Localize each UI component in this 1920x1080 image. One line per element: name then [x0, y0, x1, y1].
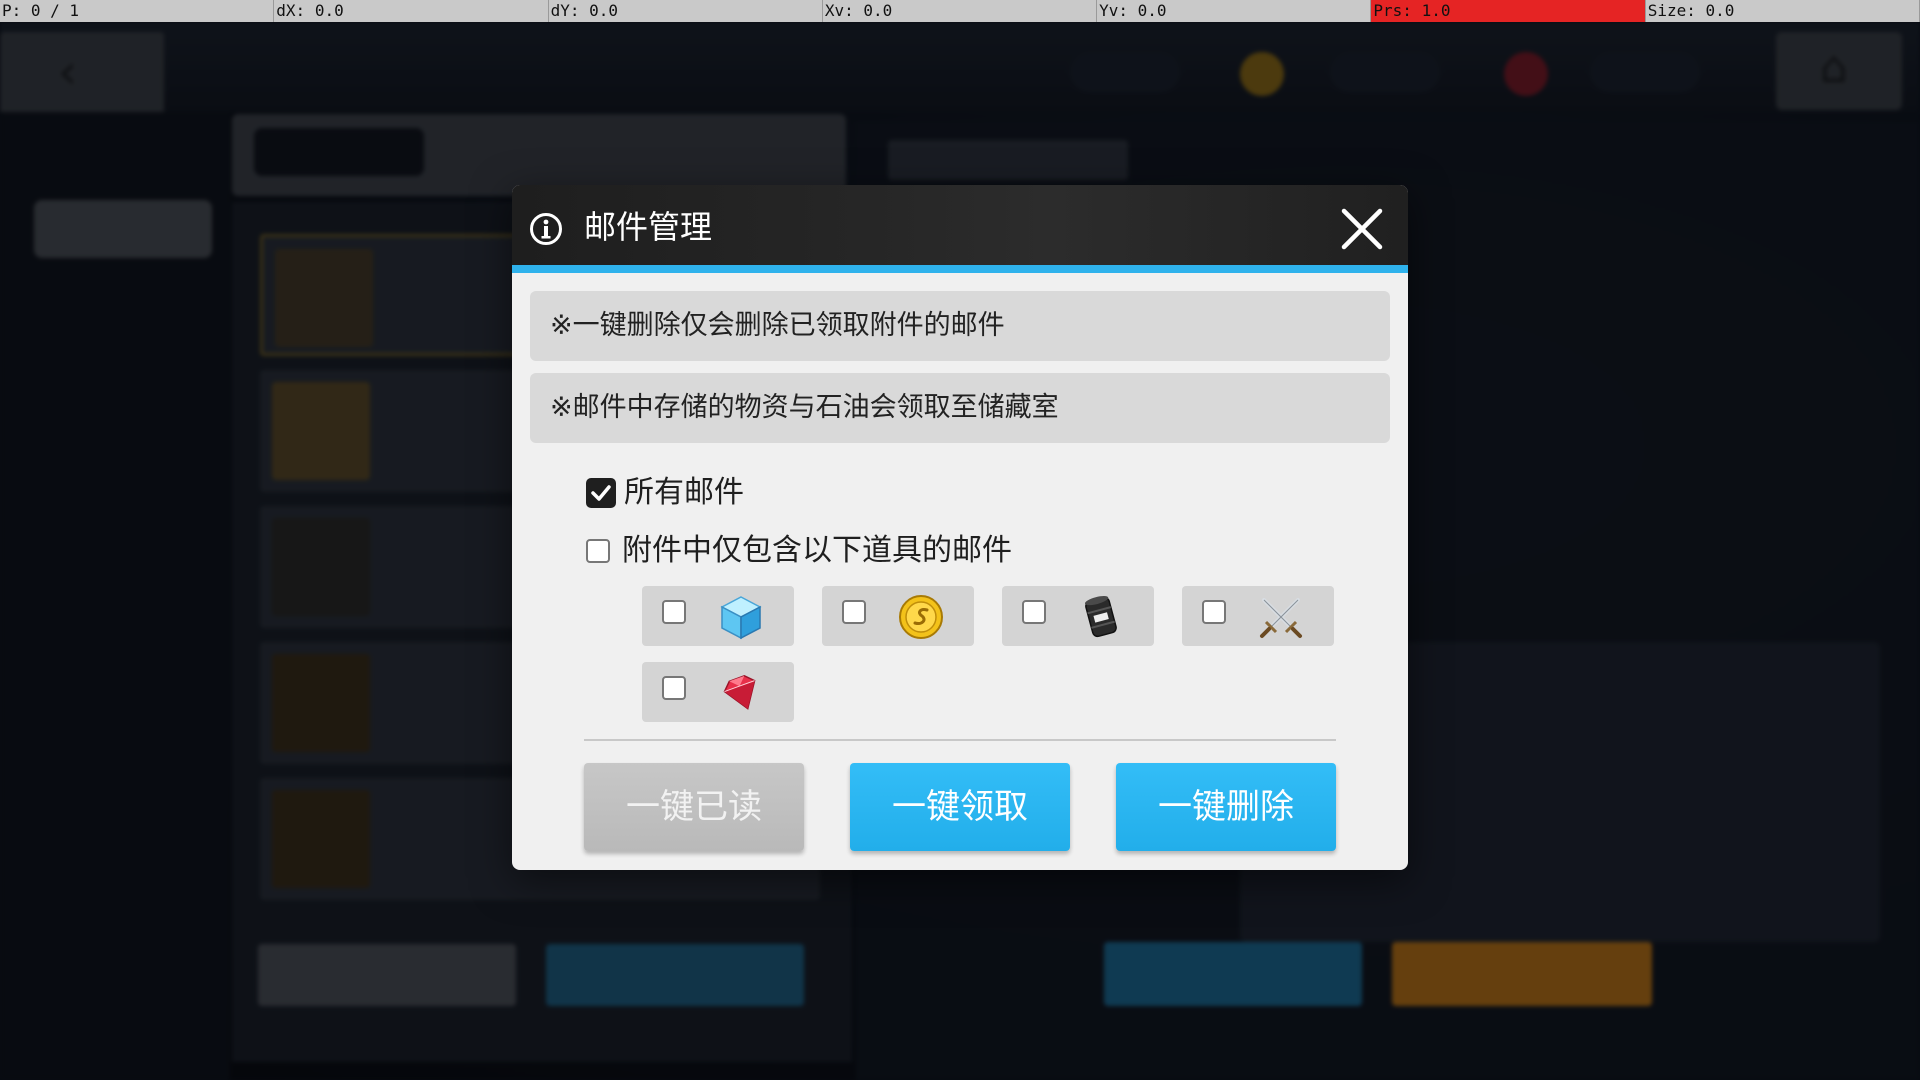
velocity-x-readout: Xv: 0.0 [823, 0, 1098, 22]
size-readout: Size: 0.0 [1646, 0, 1920, 22]
item-checkbox[interactable] [1022, 600, 1046, 624]
item-filter-swords[interactable] [1182, 586, 1334, 646]
item-checkbox[interactable] [662, 600, 686, 624]
all-mail-option[interactable]: 所有邮件 [586, 473, 744, 513]
item-checkbox[interactable] [842, 600, 866, 624]
oil-barrel-icon [1084, 595, 1117, 638]
item-filter-gem[interactable] [642, 662, 794, 722]
item-filter-coin[interactable] [822, 586, 974, 646]
item-filter-cube[interactable] [642, 586, 794, 646]
read-all-button[interactable]: 一键已读 [584, 763, 804, 851]
checkmark-icon [591, 485, 611, 501]
delete-all-button[interactable]: 一键删除 [1116, 763, 1336, 851]
delta-y-readout: dY: 0.0 [549, 0, 823, 22]
attachment-filter-checkbox[interactable] [586, 539, 610, 563]
item-checkbox[interactable] [1202, 600, 1226, 624]
all-mail-label: 所有邮件 [624, 475, 744, 510]
storage-notice: ※邮件中存储的物资与石油会领取至储藏室 [530, 373, 1390, 443]
attachment-filter-option[interactable]: 附件中仅包含以下道具的邮件 [586, 531, 1012, 571]
claim-all-button[interactable]: 一键领取 [850, 763, 1070, 851]
item-filter-oil[interactable] [1002, 586, 1154, 646]
cube-icon [720, 596, 762, 640]
all-mail-checkbox[interactable] [586, 478, 616, 508]
pressure-readout: Prs: 1.0 [1371, 0, 1646, 22]
gold-coin-icon [899, 595, 943, 639]
dialog-title: 邮件管理 [584, 208, 713, 246]
delete-notice: ※一键删除仅会删除已领取附件的邮件 [530, 291, 1390, 361]
dialog-header: 邮件管理 [512, 185, 1408, 273]
crossed-swords-icon [1260, 598, 1302, 638]
velocity-y-readout: Yv: 0.0 [1097, 0, 1372, 22]
dialog-divider [584, 739, 1336, 741]
delta-x-readout: dX: 0.0 [274, 0, 549, 22]
pointer-location-bar: P: 0 / 1 dX: 0.0 dY: 0.0 Xv: 0.0 Yv: 0.0… [0, 0, 1920, 22]
attachment-filter-label: 附件中仅包含以下道具的邮件 [622, 533, 1012, 568]
close-icon[interactable] [1338, 205, 1386, 253]
info-icon [530, 213, 562, 245]
pointer-count: P: 0 / 1 [0, 0, 275, 22]
red-gem-icon [723, 675, 756, 710]
header-accent-line [512, 265, 1408, 273]
item-checkbox[interactable] [662, 676, 686, 700]
mail-management-dialog: 邮件管理 ※一键删除仅会删除已领取附件的邮件 ※邮件中存储的物资与石油会领取至储… [512, 185, 1408, 870]
